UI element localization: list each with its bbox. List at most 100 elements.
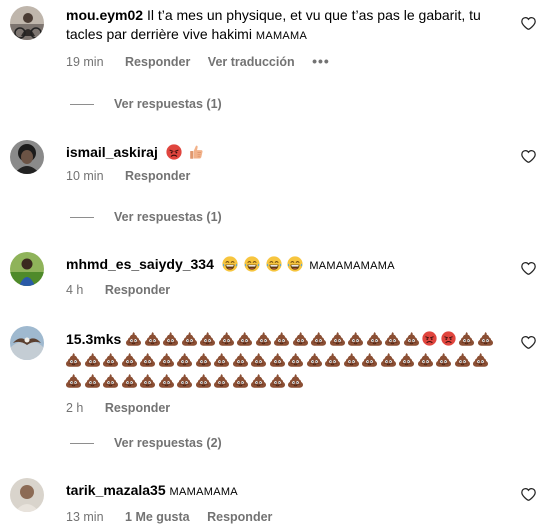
reply-button[interactable]: Responder — [125, 55, 190, 69]
pile-of-poo-icon — [103, 373, 118, 388]
pile-of-poo-icon — [344, 352, 359, 367]
pile-of-poo-icon — [418, 352, 433, 367]
heart-outline-icon[interactable] — [521, 487, 536, 502]
thumbs-up-icon — [188, 144, 204, 160]
comment-tail: MAMAMA — [255, 30, 308, 42]
pile-of-poo-icon — [85, 373, 100, 388]
comment-meta: 13 min 1 Me gusta Responder — [66, 510, 506, 524]
divider-line — [70, 216, 94, 218]
pile-of-poo-icon — [122, 373, 137, 388]
comment-tail: MAMAMAMA — [169, 486, 238, 498]
comment-tail: MAMAMAMAMA — [309, 260, 395, 272]
angry-face-icon — [441, 331, 456, 346]
comment-meta: 19 min Responder Ver traducción ••• — [66, 53, 506, 69]
pile-of-poo-icon — [214, 352, 229, 367]
divider-line — [70, 442, 94, 444]
heart-outline-icon[interactable] — [521, 149, 536, 164]
comment-username[interactable]: tarik_mazala35 — [66, 482, 166, 498]
pile-of-poo-icon — [200, 331, 215, 346]
pile-of-poo-icon — [274, 331, 289, 346]
pile-of-poo-icon — [233, 373, 248, 388]
pile-of-poo-icon — [436, 352, 451, 367]
pile-of-poo-icon — [256, 331, 271, 346]
reply-button[interactable]: Responder — [207, 510, 272, 524]
pile-of-poo-icon — [399, 352, 414, 367]
pile-of-poo-icon — [288, 352, 303, 367]
laughing-face-icon — [244, 256, 260, 272]
comment-time: 10 min — [66, 169, 104, 183]
laughing-face-icon — [287, 256, 303, 272]
pile-of-poo-icon — [325, 352, 340, 367]
pile-of-poo-icon — [214, 373, 229, 388]
pile-of-poo-icon — [196, 352, 211, 367]
pile-of-poo-icon — [177, 373, 192, 388]
comment-username[interactable]: mhmd_es_saiydy_334 — [66, 256, 214, 272]
pile-of-poo-icon — [473, 352, 488, 367]
pile-of-poo-icon — [145, 331, 160, 346]
pile-of-poo-icon — [66, 373, 81, 388]
pile-of-poo-icon — [251, 373, 266, 388]
pile-of-poo-icon — [140, 352, 155, 367]
pile-of-poo-icon — [404, 331, 419, 346]
comment-username[interactable]: 15.3mks — [66, 331, 121, 347]
avatar[interactable] — [10, 326, 44, 360]
laughing-face-icon — [266, 256, 282, 272]
comment-meta: 2 h Responder — [66, 401, 506, 415]
pile-of-poo-icon — [237, 331, 252, 346]
pile-of-poo-icon — [311, 331, 326, 346]
pile-of-poo-icon — [159, 352, 174, 367]
pile-of-poo-icon — [348, 331, 363, 346]
view-replies-button[interactable]: Ver respuestas (1) — [70, 97, 222, 111]
more-options-icon[interactable]: ••• — [312, 53, 330, 69]
pile-of-poo-icon — [478, 331, 493, 346]
angry-face-icon — [166, 144, 182, 160]
avatar[interactable] — [10, 6, 44, 40]
comment-username[interactable]: mou.eym02 — [66, 7, 143, 23]
pile-of-poo-icon — [103, 352, 118, 367]
pile-of-poo-icon — [270, 373, 285, 388]
reply-button[interactable]: Responder — [105, 283, 170, 297]
comment-time: 19 min — [66, 55, 104, 69]
comment-text: tarik_mazala35 MAMAMAMA — [66, 481, 506, 502]
pile-of-poo-icon — [459, 331, 474, 346]
pile-of-poo-icon — [122, 352, 137, 367]
avatar[interactable] — [10, 478, 44, 512]
poo-emoji-group — [66, 331, 496, 389]
pile-of-poo-icon — [307, 352, 322, 367]
pile-of-poo-icon — [270, 352, 285, 367]
avatar[interactable] — [10, 140, 44, 174]
pile-of-poo-icon — [381, 352, 396, 367]
heart-outline-icon[interactable] — [521, 335, 536, 350]
comment-time: 13 min — [66, 510, 104, 524]
pile-of-poo-icon — [251, 352, 266, 367]
comment-meta: 4 h Responder — [66, 283, 506, 297]
reply-button[interactable]: Responder — [105, 401, 170, 415]
comment-text: mhmd_es_saiydy_334 MAMAMAMAMA — [66, 255, 506, 276]
view-replies-button[interactable]: Ver respuestas (2) — [70, 436, 222, 450]
pile-of-poo-icon — [66, 352, 81, 367]
comment-meta: 10 min Responder — [66, 169, 506, 183]
divider-line — [70, 103, 94, 105]
pile-of-poo-icon — [330, 331, 345, 346]
pile-of-poo-icon — [362, 352, 377, 367]
comment-time: 4 h — [66, 283, 84, 297]
avatar[interactable] — [10, 252, 44, 286]
view-replies-label: Ver respuestas (1) — [114, 97, 222, 111]
translate-button[interactable]: Ver traducción — [208, 55, 295, 69]
pile-of-poo-icon — [85, 352, 100, 367]
pile-of-poo-icon — [177, 352, 192, 367]
view-replies-label: Ver respuestas (1) — [114, 210, 222, 224]
pile-of-poo-icon — [293, 331, 308, 346]
likes-count[interactable]: 1 Me gusta — [125, 510, 190, 524]
pile-of-poo-icon — [140, 373, 155, 388]
comment-username[interactable]: ismail_askiraj — [66, 144, 158, 160]
pile-of-poo-icon — [219, 331, 234, 346]
reply-button[interactable]: Responder — [125, 169, 190, 183]
comment-time: 2 h — [66, 401, 84, 415]
view-replies-button[interactable]: Ver respuestas (1) — [70, 210, 222, 224]
pile-of-poo-icon — [182, 331, 197, 346]
pile-of-poo-icon — [159, 373, 174, 388]
comment-text: ismail_askiraj — [66, 143, 506, 162]
heart-outline-icon[interactable] — [521, 261, 536, 276]
heart-outline-icon[interactable] — [521, 16, 536, 31]
